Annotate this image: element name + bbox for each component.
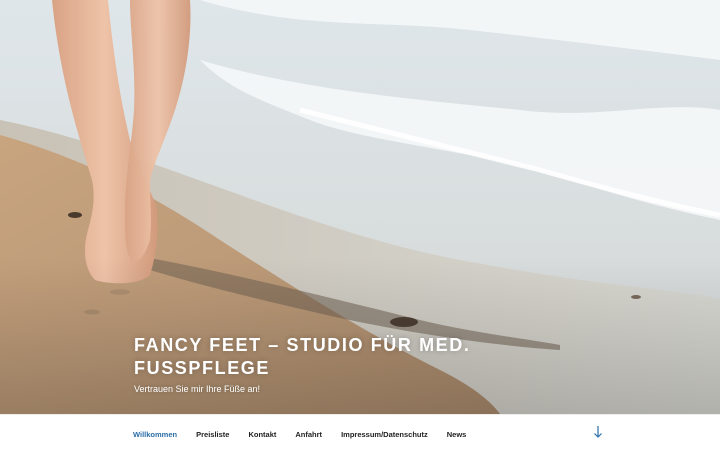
site-branding: FANCY FEET – STUDIO FÜR MED. FUSSPFLEGE … bbox=[134, 334, 554, 395]
nav-item-news[interactable]: News bbox=[447, 430, 467, 439]
site-description: Vertrauen Sie mir Ihre Füße an! bbox=[134, 384, 261, 394]
arrow-down-icon[interactable] bbox=[592, 424, 604, 440]
header-image: FANCY FEET – STUDIO FÜR MED. FUSSPFLEGE … bbox=[0, 0, 720, 414]
main-navigation: Willkommen Preisliste Kontakt Anfahrt Im… bbox=[0, 414, 720, 450]
nav-item-anfahrt[interactable]: Anfahrt bbox=[295, 430, 322, 439]
nav-item-willkommen[interactable]: Willkommen bbox=[133, 430, 177, 439]
nav-item-kontakt[interactable]: Kontakt bbox=[248, 430, 276, 439]
nav-item-preisliste[interactable]: Preisliste bbox=[196, 430, 229, 439]
site-title-link[interactable]: FANCY FEET – STUDIO FÜR MED. FUSSPFLEGE bbox=[134, 335, 471, 378]
nav-menu: Willkommen Preisliste Kontakt Anfahrt Im… bbox=[133, 415, 485, 451]
site-title: FANCY FEET – STUDIO FÜR MED. FUSSPFLEGE bbox=[134, 334, 554, 380]
nav-item-impressum-datenschutz[interactable]: Impressum/Datenschutz bbox=[341, 430, 428, 439]
